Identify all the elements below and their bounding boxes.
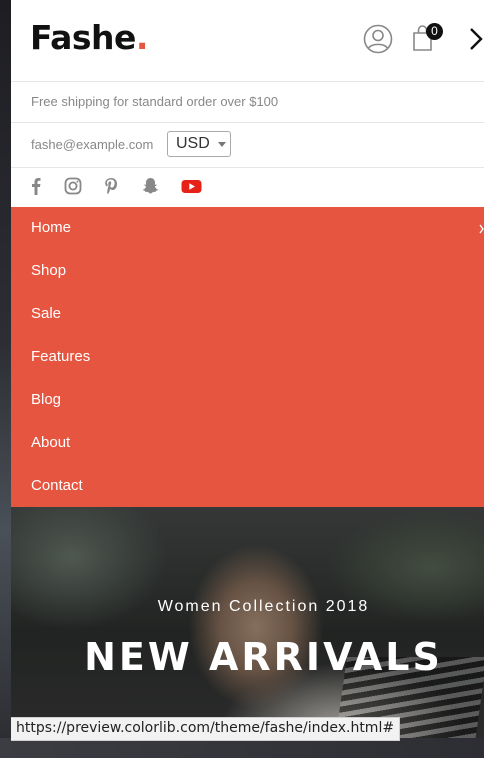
- main-navigation-menu: Home Shop Sale Features Blog About Conta…: [11, 207, 484, 507]
- menu-item-sale[interactable]: Sale: [31, 302, 61, 326]
- user-account-icon[interactable]: [363, 24, 393, 54]
- logo-dot: .: [135, 18, 149, 57]
- site-logo[interactable]: Fashe.: [30, 18, 148, 58]
- menu-item-home[interactable]: Home: [31, 216, 71, 240]
- page-background-bottom: [0, 738, 484, 758]
- hero-subtitle: Women Collection 2018: [157, 598, 370, 615]
- page-background-left: [0, 0, 11, 758]
- currency-select[interactable]: USD: [167, 131, 231, 157]
- browser-status-url: https://preview.colorlib.com/theme/fashe…: [11, 717, 401, 741]
- hero-banner: Women Collection 2018 NEW ARRIVALS: [11, 507, 484, 738]
- cart-count-badge: 0: [426, 23, 443, 40]
- contact-email[interactable]: fashe@example.com: [31, 137, 153, 152]
- menu-item-features[interactable]: Features: [31, 345, 90, 369]
- facebook-icon[interactable]: [31, 177, 41, 195]
- shipping-notice-row: Free shipping for standard order over $1…: [11, 82, 484, 123]
- social-links: [11, 168, 484, 206]
- instagram-icon[interactable]: [64, 177, 82, 195]
- menu-item-contact[interactable]: Contact: [31, 474, 83, 498]
- menu-item-about[interactable]: About: [31, 431, 70, 455]
- menu-item-shop[interactable]: Shop: [31, 259, 66, 283]
- mobile-menu-panel: Fashe. 0 Free shipping for standard orde…: [11, 0, 484, 738]
- snapchat-icon[interactable]: [142, 177, 159, 195]
- site-header: Fashe. 0: [11, 0, 484, 82]
- menu-item-blog[interactable]: Blog: [31, 388, 61, 412]
- logo-text: Fashe: [30, 18, 136, 57]
- close-menu-icon[interactable]: [466, 26, 484, 52]
- hero-title: NEW ARRIVALS: [84, 635, 443, 679]
- chevron-down-icon: [218, 142, 226, 147]
- hero-overlay: [11, 507, 484, 738]
- contact-row: fashe@example.com USD: [11, 123, 484, 168]
- currency-selected-value: USD: [176, 135, 210, 152]
- shipping-notice: Free shipping for standard order over $1…: [31, 94, 279, 109]
- youtube-icon[interactable]: [181, 177, 202, 195]
- chevron-right-icon[interactable]: [479, 223, 484, 235]
- pinterest-icon[interactable]: [104, 177, 118, 195]
